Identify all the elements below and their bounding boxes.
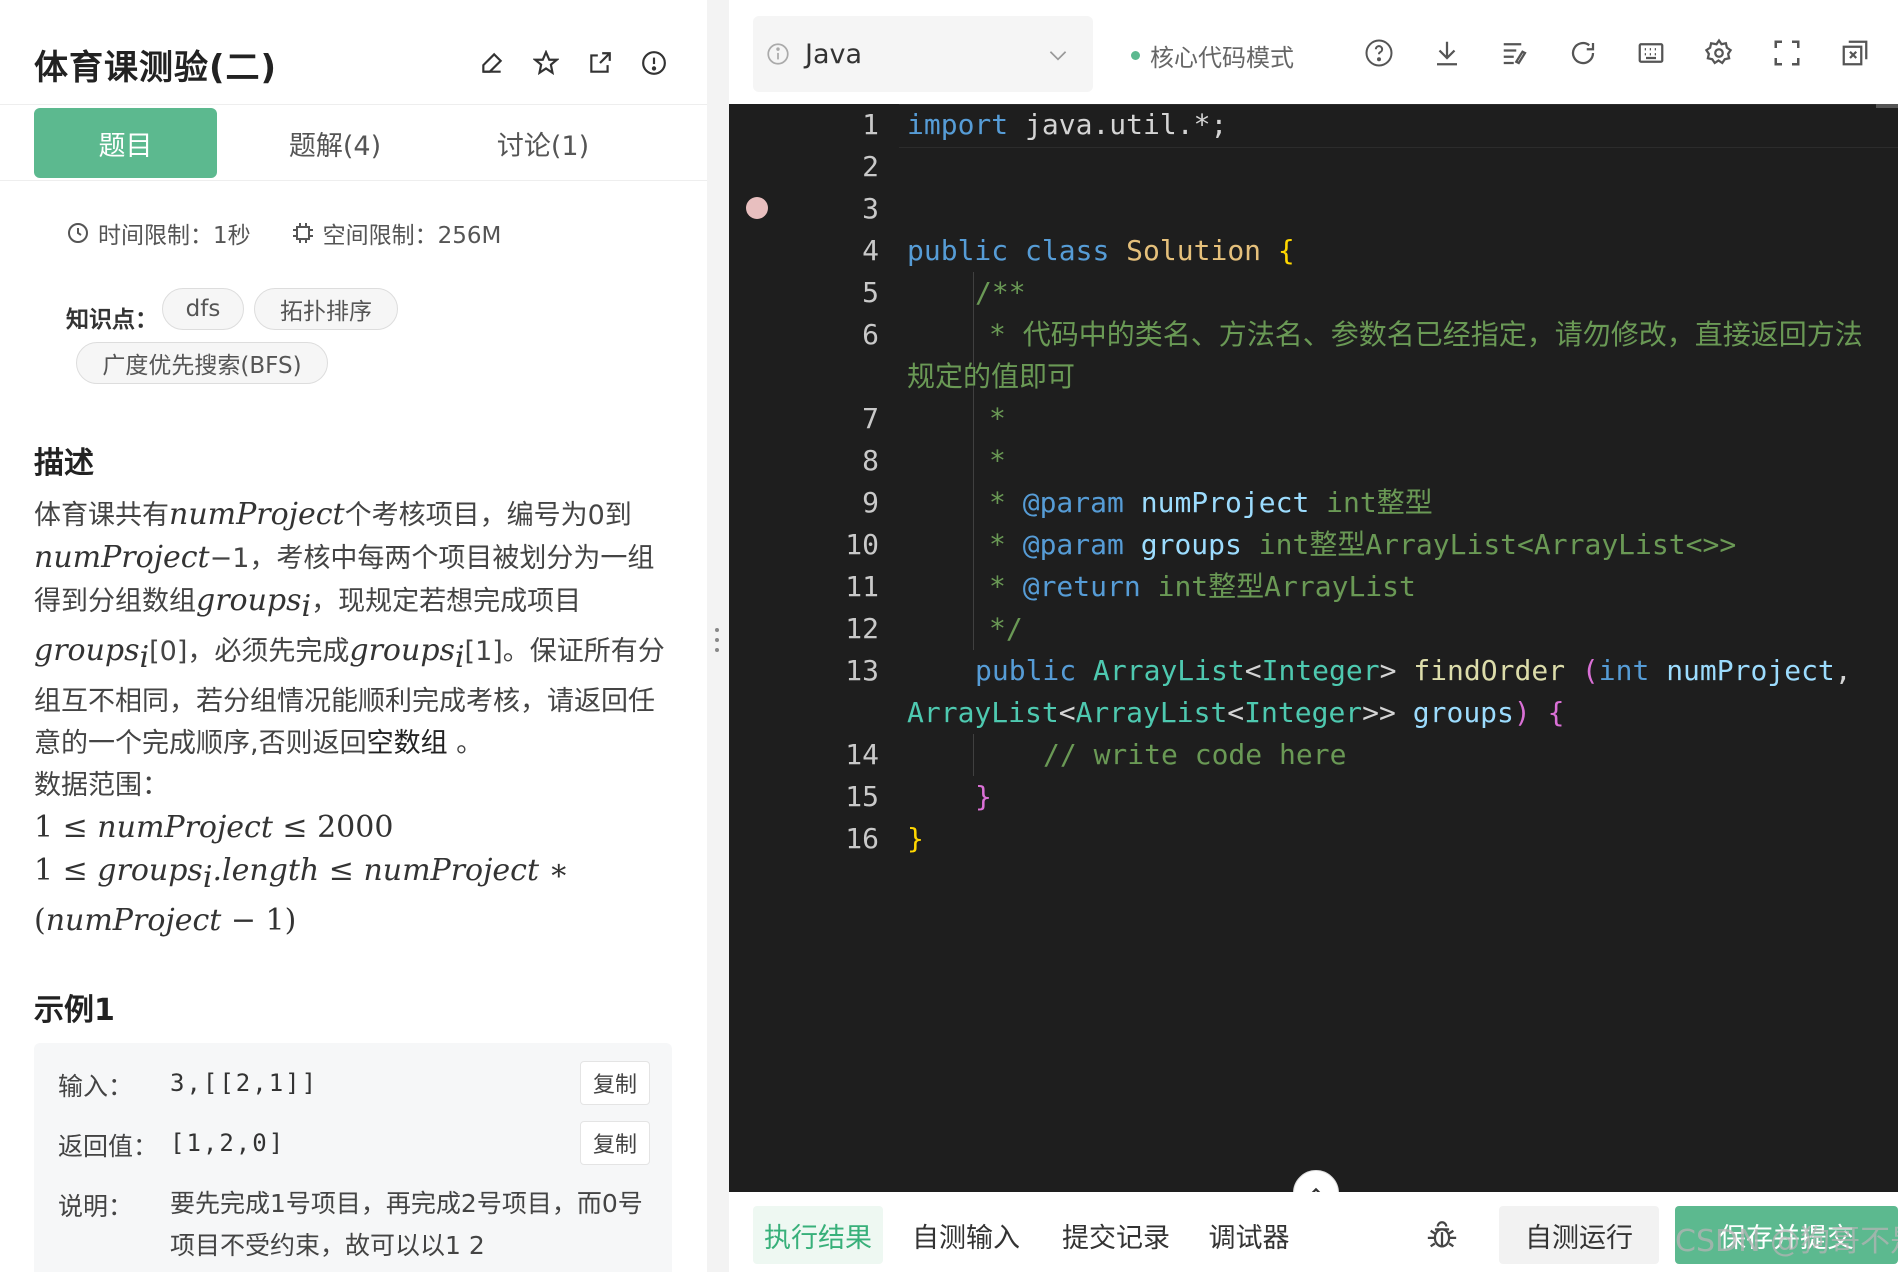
settings-icon[interactable] bbox=[1702, 36, 1736, 70]
edit-icon[interactable] bbox=[475, 46, 509, 80]
code-line: */ bbox=[989, 612, 1023, 645]
line-number: 4 bbox=[862, 234, 879, 267]
run-test-button[interactable]: 自测运行 bbox=[1499, 1206, 1659, 1264]
empty-array-term: 空数组 bbox=[366, 727, 448, 759]
code-line: // write code here bbox=[1043, 738, 1347, 771]
tab-custom-input[interactable]: 自测输入 bbox=[901, 1206, 1031, 1264]
format-icon[interactable] bbox=[1498, 36, 1532, 70]
example-input-label: 输入： bbox=[58, 1072, 134, 1101]
keyboard-icon[interactable] bbox=[1634, 36, 1668, 70]
line-number: 14 bbox=[845, 738, 879, 771]
range-1: 1 ≤ numProject ≤ 2000 bbox=[34, 809, 394, 845]
limits: 时间限制：1秒 空间限制：256M bbox=[66, 216, 501, 250]
time-limit: 时间限制：1秒 bbox=[66, 216, 251, 250]
line-number: 13 bbox=[845, 654, 879, 687]
tab-submission-records[interactable]: 提交记录 bbox=[1051, 1206, 1181, 1264]
tab-problem[interactable]: 题目 bbox=[34, 108, 217, 178]
code-line: * @param numProject int整型 bbox=[989, 486, 1433, 519]
info-icon bbox=[767, 43, 789, 65]
line-number: 5 bbox=[862, 276, 879, 309]
language-name: Java bbox=[805, 38, 863, 70]
editor-toolbar: Java 核心代码模式 bbox=[729, 0, 1898, 104]
example-input-value: 3,[[2,1]] bbox=[170, 1069, 319, 1097]
description-text: 体育课共有numProject个考核项目，编号为0到 numProject−1，… bbox=[34, 497, 665, 938]
line-number: 8 bbox=[862, 444, 879, 477]
problem-title: 体育课测验(二) bbox=[34, 48, 278, 88]
range-label: 数据范围： bbox=[34, 769, 169, 801]
code-line: * 代码中的类名、方法名、参数名已经指定，请勿修改，直接返回方法 bbox=[989, 318, 1863, 351]
panel-resizer[interactable] bbox=[707, 0, 729, 1272]
reset-icon[interactable] bbox=[1566, 36, 1600, 70]
code-line: } bbox=[975, 780, 992, 813]
tab-execution-result[interactable]: 执行结果 bbox=[753, 1206, 883, 1264]
line-number: 10 bbox=[845, 528, 879, 561]
code-line: /** bbox=[975, 276, 1026, 309]
range-3: (numProject − 1) bbox=[34, 902, 297, 938]
drag-handle-icon bbox=[715, 628, 721, 658]
description-title: 描述 bbox=[34, 446, 94, 481]
fullscreen-icon[interactable] bbox=[1770, 36, 1804, 70]
line-number: 3 bbox=[862, 192, 879, 225]
line-number: 1 bbox=[862, 108, 879, 141]
code-line: import java.util.*; bbox=[907, 108, 1228, 141]
code-line: * @param groups int整型ArrayList<ArrayList… bbox=[989, 528, 1737, 561]
line-number: 7 bbox=[862, 402, 879, 435]
code-line: ArrayList<ArrayList<Integer>> groups) { bbox=[907, 696, 1565, 729]
popout-icon[interactable] bbox=[1838, 36, 1872, 70]
copy-input-button[interactable]: 复制 bbox=[580, 1061, 650, 1105]
code-editor[interactable]: 1 2 3 4 5 6 7 8 9 10 11 12 13 14 15 16 i… bbox=[729, 104, 1898, 1192]
help-icon[interactable] bbox=[1362, 36, 1396, 70]
header-actions bbox=[475, 46, 671, 80]
problem-header: 体育课测验(二) bbox=[0, 0, 707, 105]
problem-tabs: 题目 题解(4) 讨论(1) bbox=[0, 104, 707, 181]
space-limit: 空间限制：256M bbox=[291, 216, 501, 250]
tag-topological-sort[interactable]: 拓扑排序 bbox=[254, 288, 398, 330]
code-line: * bbox=[989, 402, 1006, 435]
example-box: 输入： 3,[[2,1]] 复制 返回值： [1,2,0] 复制 说明： 要先完… bbox=[34, 1043, 672, 1272]
chevron-down-icon bbox=[1049, 51, 1067, 61]
line-number: 12 bbox=[845, 612, 879, 645]
code-line: * bbox=[989, 444, 1006, 477]
watermark: CSDN @狗哥不是甜妹 bbox=[1675, 1224, 1898, 1259]
mode-status-dot bbox=[1131, 51, 1140, 60]
code-line: public class Solution { bbox=[907, 234, 1295, 267]
share-icon[interactable] bbox=[583, 46, 617, 80]
line-number: 9 bbox=[862, 486, 879, 519]
line-number: 2 bbox=[862, 150, 879, 183]
code-line: * @return int整型ArrayList bbox=[989, 570, 1416, 603]
bug-icon[interactable] bbox=[1417, 1206, 1467, 1264]
chip-icon bbox=[292, 223, 313, 243]
tab-debugger[interactable]: 调试器 bbox=[1199, 1206, 1299, 1264]
report-icon[interactable] bbox=[637, 46, 671, 80]
line-number: 16 bbox=[845, 822, 879, 855]
star-icon[interactable] bbox=[529, 46, 563, 80]
problem-panel: 体育课测验(二) 题目 题解(4) 讨论(1) 时间限制：1秒 空间限制：256… bbox=[0, 0, 707, 1272]
code-content: import java.util.*; public class Solutio… bbox=[907, 104, 1887, 855]
example-return-value: [1,2,0] bbox=[170, 1129, 286, 1157]
tab-discussion[interactable]: 讨论(1) bbox=[458, 108, 628, 178]
editor-tools bbox=[1362, 36, 1872, 70]
download-icon[interactable] bbox=[1430, 36, 1464, 70]
line-number: 15 bbox=[845, 780, 879, 813]
range-2: 1 ≤ groupsi.length ≤ numProject ∗ bbox=[34, 852, 569, 895]
editor-panel: Java 核心代码模式 1 2 3 4 5 6 7 8 9 10 11 12 1… bbox=[729, 0, 1898, 1272]
example-return-label: 返回值： bbox=[58, 1132, 159, 1161]
example-explain-text: 要先完成1号项目，再完成2号项目，而0号项目不受约束，故可以以1 2 bbox=[170, 1189, 643, 1260]
knowledge-label: 知识点： bbox=[66, 307, 158, 333]
clock-icon bbox=[68, 223, 88, 243]
code-line: } bbox=[907, 822, 924, 855]
indent-guide bbox=[973, 734, 974, 776]
tag-bfs[interactable]: 广度优先搜索(BFS) bbox=[76, 342, 328, 384]
code-line: 规定的值即可 bbox=[907, 360, 1076, 393]
code-line: public ArrayList<Integer> findOrder (int… bbox=[975, 654, 1852, 687]
language-select[interactable]: Java bbox=[753, 16, 1093, 92]
line-number: 6 bbox=[862, 318, 879, 351]
example-title: 示例1 bbox=[34, 993, 115, 1028]
line-number: 11 bbox=[845, 570, 879, 603]
example-explain-label: 说明： bbox=[58, 1192, 134, 1221]
code-mode[interactable]: 核心代码模式 bbox=[1131, 38, 1294, 73]
tag-dfs[interactable]: dfs bbox=[162, 288, 244, 330]
tab-solutions[interactable]: 题解(4) bbox=[250, 108, 420, 178]
copy-return-button[interactable]: 复制 bbox=[580, 1121, 650, 1165]
